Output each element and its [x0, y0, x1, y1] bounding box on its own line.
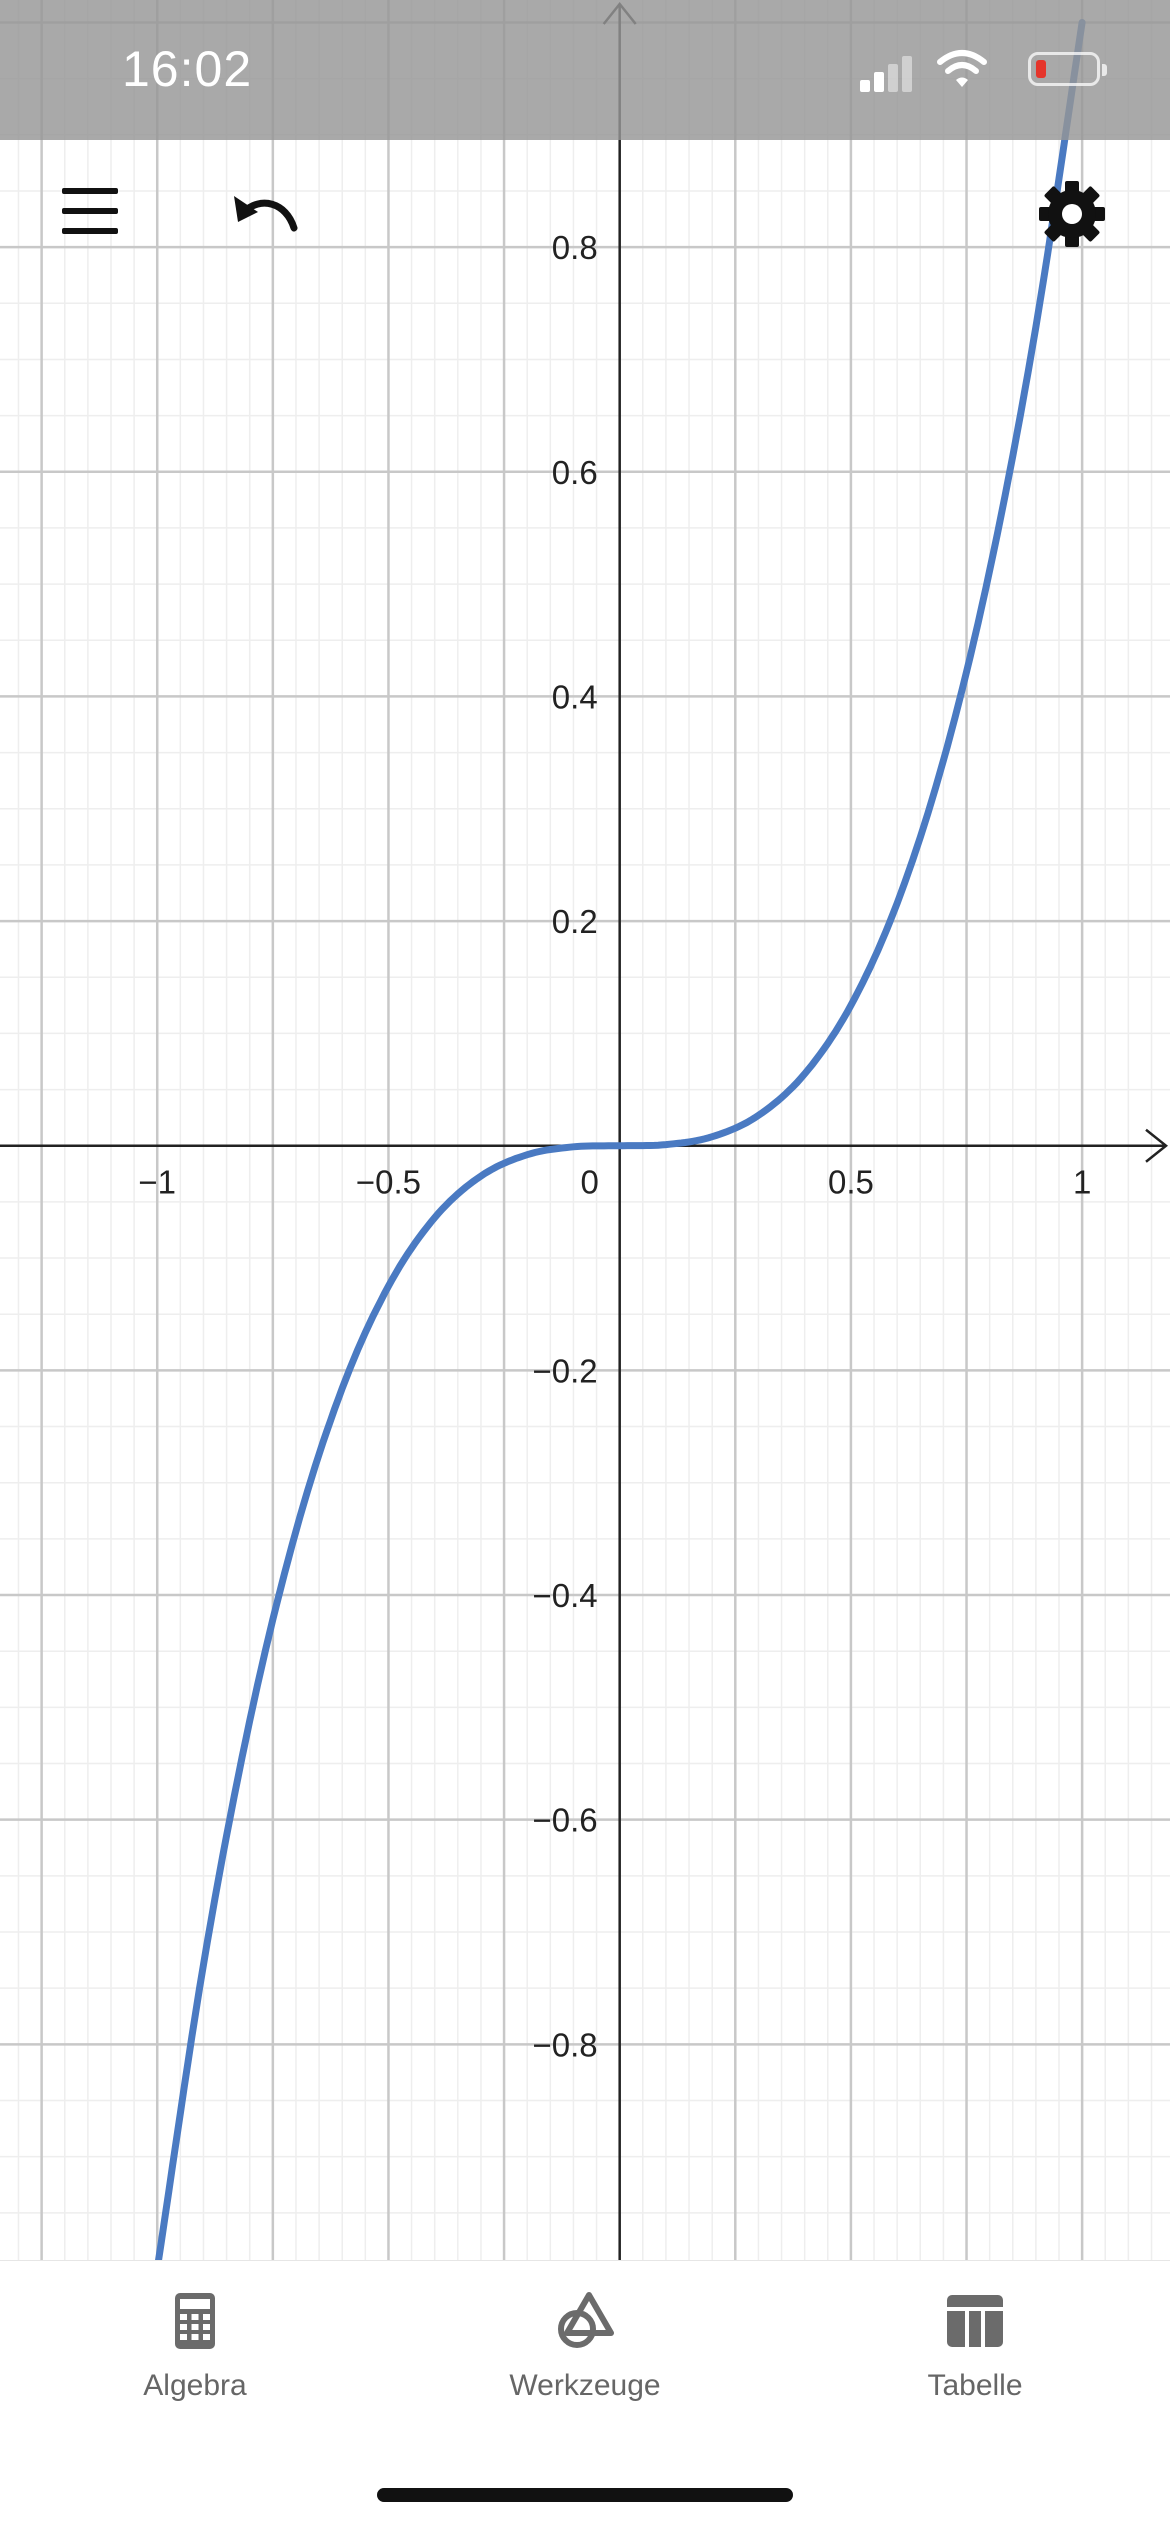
tab-werkzeuge[interactable]: Werkzeuge: [475, 2291, 695, 2411]
graph-svg[interactable]: −1 −0.5 0 0.5 1 −0.8 −0.6 −0.4 −0.2 0.2 0.4 0.6 0.8: [0, 0, 1170, 2260]
status-icons: [860, 50, 1107, 92]
status-time: 16:02: [122, 41, 253, 97]
y-tick-label: −0.2: [533, 1352, 598, 1389]
battery-low-icon: [1028, 52, 1107, 86]
x-tick-label: −1: [138, 1164, 176, 1201]
x-tick-label: 0.5: [828, 1164, 874, 1201]
tab-algebra-label: Algebra: [143, 2369, 247, 2402]
y-tick-label: −0.8: [533, 2026, 598, 2063]
tab-tabelle[interactable]: Tabelle: [865, 2291, 1085, 2411]
wifi-icon: [937, 50, 987, 87]
y-tick-label: 0.6: [552, 454, 598, 491]
x-tick-label: 1: [1073, 1164, 1091, 1201]
hamburger-menu-icon[interactable]: [62, 188, 128, 238]
tab-tabelle-label: Tabelle: [927, 2369, 1023, 2402]
x-tick-label: −0.5: [356, 1164, 421, 1201]
tab-werkzeuge-label: Werkzeuge: [509, 2369, 661, 2402]
y-tick-label: −0.6: [533, 1802, 598, 1839]
y-tick-label: 0.2: [552, 903, 598, 940]
tools-shapes-icon: [558, 2292, 614, 2348]
y-tick-label: 0.8: [552, 229, 598, 266]
x-tick-label: 0: [581, 1164, 599, 1201]
undo-icon[interactable]: [228, 182, 308, 242]
gear-icon[interactable]: [1036, 178, 1108, 250]
cellular-signal-icon: [860, 52, 920, 92]
calculator-icon: [175, 2293, 215, 2349]
battery-level: [1036, 60, 1046, 78]
table-icon: [947, 2295, 1003, 2347]
tab-algebra[interactable]: Algebra: [85, 2291, 305, 2411]
home-indicator: [377, 2488, 793, 2502]
status-bar: 16:02: [0, 0, 1170, 140]
y-tick-label: −0.4: [533, 1577, 598, 1614]
graph-canvas[interactable]: −1 −0.5 0 0.5 1 −0.8 −0.6 −0.4 −0.2 0.2 0.4 0.6 0.8: [0, 0, 1170, 2260]
y-tick-label: 0.4: [552, 678, 598, 715]
